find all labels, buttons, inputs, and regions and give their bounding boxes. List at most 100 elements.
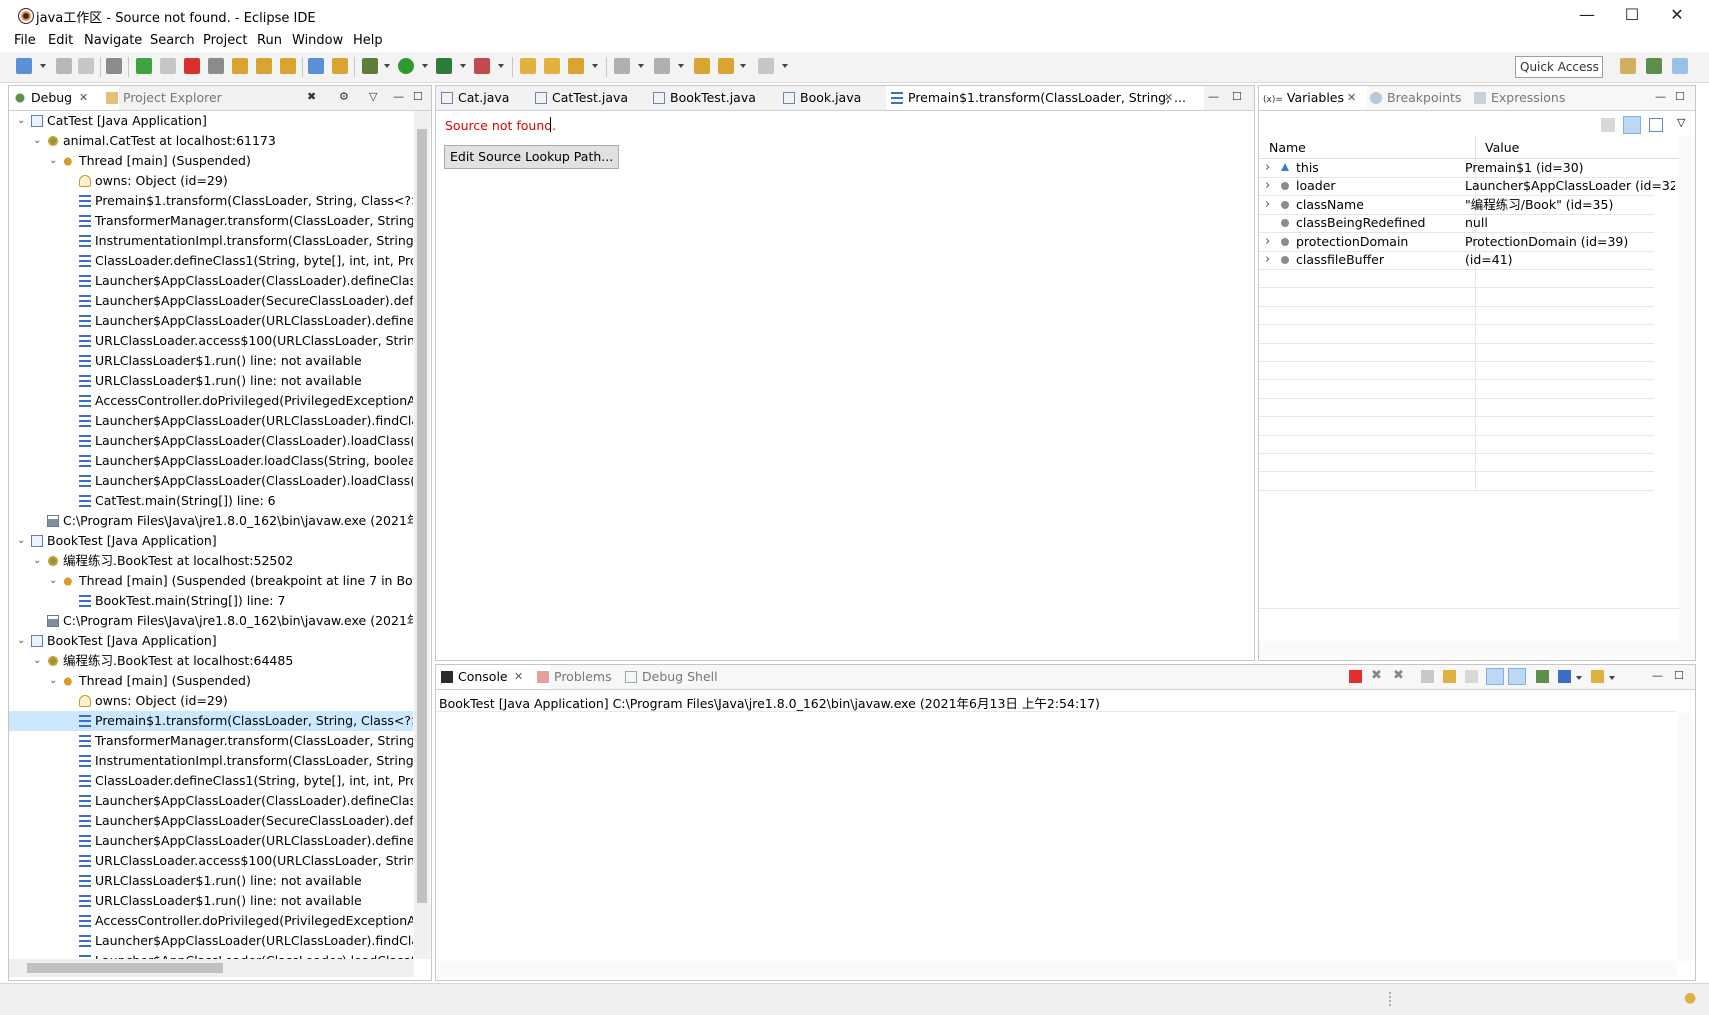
remove-launch-icon[interactable]: ✖ [1371,668,1382,683]
expand-chevron-icon[interactable]: ⌄ [49,571,57,591]
menu-run[interactable]: Run [257,33,282,48]
drop-to-frame-icon[interactable] [308,58,324,74]
variables-hscrollbar[interactable] [1259,641,1679,657]
open-console-icon[interactable] [1591,670,1604,683]
debug-tree-row[interactable]: URLClassLoader$1.run() line: not availab… [9,891,413,911]
step-into-icon[interactable] [232,58,248,74]
minimize-view-icon[interactable]: — [1652,669,1663,682]
expand-chevron-icon[interactable]: ⌄ [49,151,57,171]
show-type-names-icon[interactable] [1601,118,1615,132]
variable-row[interactable]: classBeingRedefined null [1259,214,1654,234]
debug-tree-row[interactable]: ClassLoader.defineClass1(String, byte[],… [9,251,413,271]
debug-tree-row[interactable]: Launcher$AppClassLoader(ClassLoader).loa… [9,431,413,451]
console-dropdown-icon[interactable] [1576,676,1582,680]
java-perspective-icon[interactable] [1646,58,1662,74]
expand-chevron-icon[interactable]: ⌄ [17,531,25,551]
expand-chevron-icon[interactable]: ⌄ [17,631,25,651]
debug-tree-row[interactable]: ClassLoader.defineClass1(String, byte[],… [9,771,413,791]
expand-chevron-icon[interactable]: › [1265,251,1270,269]
tip-lightbulb-icon[interactable]: ● [1684,990,1696,1006]
open-perspective-icon[interactable] [1620,58,1636,74]
quick-access-field[interactable]: Quick Access [1515,56,1603,78]
remove-terminated-icon[interactable]: ✖ [307,90,316,103]
last-edit-location-icon[interactable] [694,58,710,74]
debug-icon[interactable] [362,58,378,74]
step-over-icon[interactable] [256,58,272,74]
terminate-icon[interactable] [1349,670,1362,683]
maximize-view-icon[interactable]: ☐ [1675,90,1685,103]
expand-chevron-icon[interactable]: ⌄ [17,111,25,131]
save-all-icon[interactable] [78,58,94,74]
expand-chevron-icon[interactable]: › [1265,177,1270,195]
menu-window[interactable]: Window [292,33,343,48]
variable-row[interactable]: › protectionDomain ProtectionDomain (id=39… [1259,232,1654,252]
debug-tree-row[interactable]: Launcher$AppClassLoader(URLClassLoader).… [9,411,413,431]
debug-tree-row[interactable]: Launcher$AppClassLoader(URLClassLoader).… [9,931,413,951]
menu-edit[interactable]: Edit [48,33,73,48]
variable-row[interactable]: › this Premain$1 (id=30) [1259,159,1654,178]
tab-debug-shell[interactable]: Debug Shell [620,665,752,689]
expand-chevron-icon[interactable]: ⌄ [49,671,57,691]
tab-expressions[interactable]: Expressions [1469,86,1597,110]
word-wrap-icon[interactable] [1465,670,1478,683]
debug-tree-row[interactable]: C:\Program Files\Java\jre1.8.0_162\bin\j… [9,611,413,631]
debug-tree-row[interactable]: InstrumentationImpl.transform(ClassLoade… [9,231,413,251]
variables-vscrollbar[interactable] [1679,136,1694,658]
minimize-view-icon[interactable]: — [1208,90,1219,103]
view-menu-icon[interactable]: ▽ [1677,116,1685,129]
debug-tree-row[interactable]: URLClassLoader$1.run() line: not availab… [9,371,413,391]
debug-tree-row[interactable]: URLClassLoader.access$100(URLClassLoader… [9,331,413,351]
debug-tree-row[interactable]: URLClassLoader$1.run() line: not availab… [9,871,413,891]
debug-tree-row[interactable]: Launcher$AppClassLoader(SecureClassLoade… [9,811,413,831]
back-dropdown-icon[interactable] [740,64,746,68]
step-return-icon[interactable] [280,58,296,74]
maximize-view-icon[interactable]: ☐ [1674,669,1684,682]
debug-tree-row[interactable]: Premain$1.transform(ClassLoader, String,… [9,711,413,731]
edit-source-lookup-path-button[interactable]: Edit Source Lookup Path... [444,145,620,169]
debug-tree-row[interactable]: AccessController.doPrivileged(Privileged… [9,391,413,411]
expand-chevron-icon[interactable]: ⌄ [33,131,41,151]
expand-chevron-icon[interactable]: › [1265,196,1270,214]
variable-row[interactable]: › classfileBuffer (id=41) [1259,251,1654,270]
forward-dropdown-icon[interactable] [782,64,788,68]
forward-icon[interactable] [758,58,774,74]
remove-all-terminated-icon[interactable]: ✖ [1393,668,1404,683]
external-tools-dropdown-icon[interactable] [498,64,504,68]
debug-tree-row[interactable]: URLClassLoader.access$100(URLClassLoader… [9,851,413,871]
menu-file[interactable]: File [14,33,36,48]
external-tools-icon[interactable] [474,58,490,74]
debug-tree-row[interactable]: ⌄ 编程练习.BookTest at localhost:64485 [9,651,413,671]
debug-tree-row[interactable]: Launcher$AppClassLoader.loadClass(String… [9,451,413,471]
debug-tree-row[interactable]: Launcher$AppClassLoader(URLClassLoader).… [9,831,413,851]
debug-tree-row[interactable]: AccessController.doPrivileged(Privileged… [9,911,413,931]
debug-tree-row[interactable]: TransformerManager.transform(ClassLoader… [9,731,413,751]
debug-tree-hscrollbar[interactable] [9,959,414,977]
previous-annotation-dropdown-icon[interactable] [678,64,684,68]
variable-row[interactable]: › loader Launcher$AppClassLoader (id=32) [1259,177,1675,197]
back-icon[interactable] [718,58,734,74]
debug-tree-row[interactable]: Launcher$AppClassLoader(URLClassLoader).… [9,311,413,331]
debug-tree-row[interactable]: Launcher$AppClassLoader(ClassLoader).loa… [9,471,413,491]
maximize-view-icon[interactable]: ☐ [1232,90,1242,103]
suspend-icon[interactable] [160,58,176,74]
minimize-view-icon[interactable]: — [393,90,404,103]
column-divider[interactable] [1475,136,1476,158]
view-menu-icon[interactable]: ▽ [369,90,377,103]
new-icon[interactable] [16,58,32,74]
debug-tree-row[interactable]: C:\Program Files\Java\jre1.8.0_162\bin\j… [9,511,413,531]
column-value-header[interactable]: Value [1485,140,1519,155]
column-name-header[interactable]: Name [1269,140,1306,155]
menu-search[interactable]: Search [150,33,195,48]
menu-help[interactable]: Help [353,33,383,48]
maximize-view-icon[interactable]: ☐ [413,90,423,103]
debug-tree-row[interactable]: Launcher$AppClassLoader(ClassLoader).def… [9,791,413,811]
debug-tree-row[interactable]: owns: Object (id=29) [9,171,413,191]
expand-chevron-icon[interactable]: ⌄ [33,651,41,671]
scroll-thumb[interactable] [27,963,223,973]
close-icon[interactable]: ✕ [514,665,523,689]
debug-tree-row[interactable]: ⌄ BookTest [Java Application] [9,531,413,551]
debug-tree-row[interactable]: ⌄ Thread [main] (Suspended) [9,151,413,171]
use-step-filters-icon[interactable] [332,58,348,74]
close-icon[interactable]: ✕ [79,86,88,110]
coverage-dropdown-icon[interactable] [460,64,466,68]
